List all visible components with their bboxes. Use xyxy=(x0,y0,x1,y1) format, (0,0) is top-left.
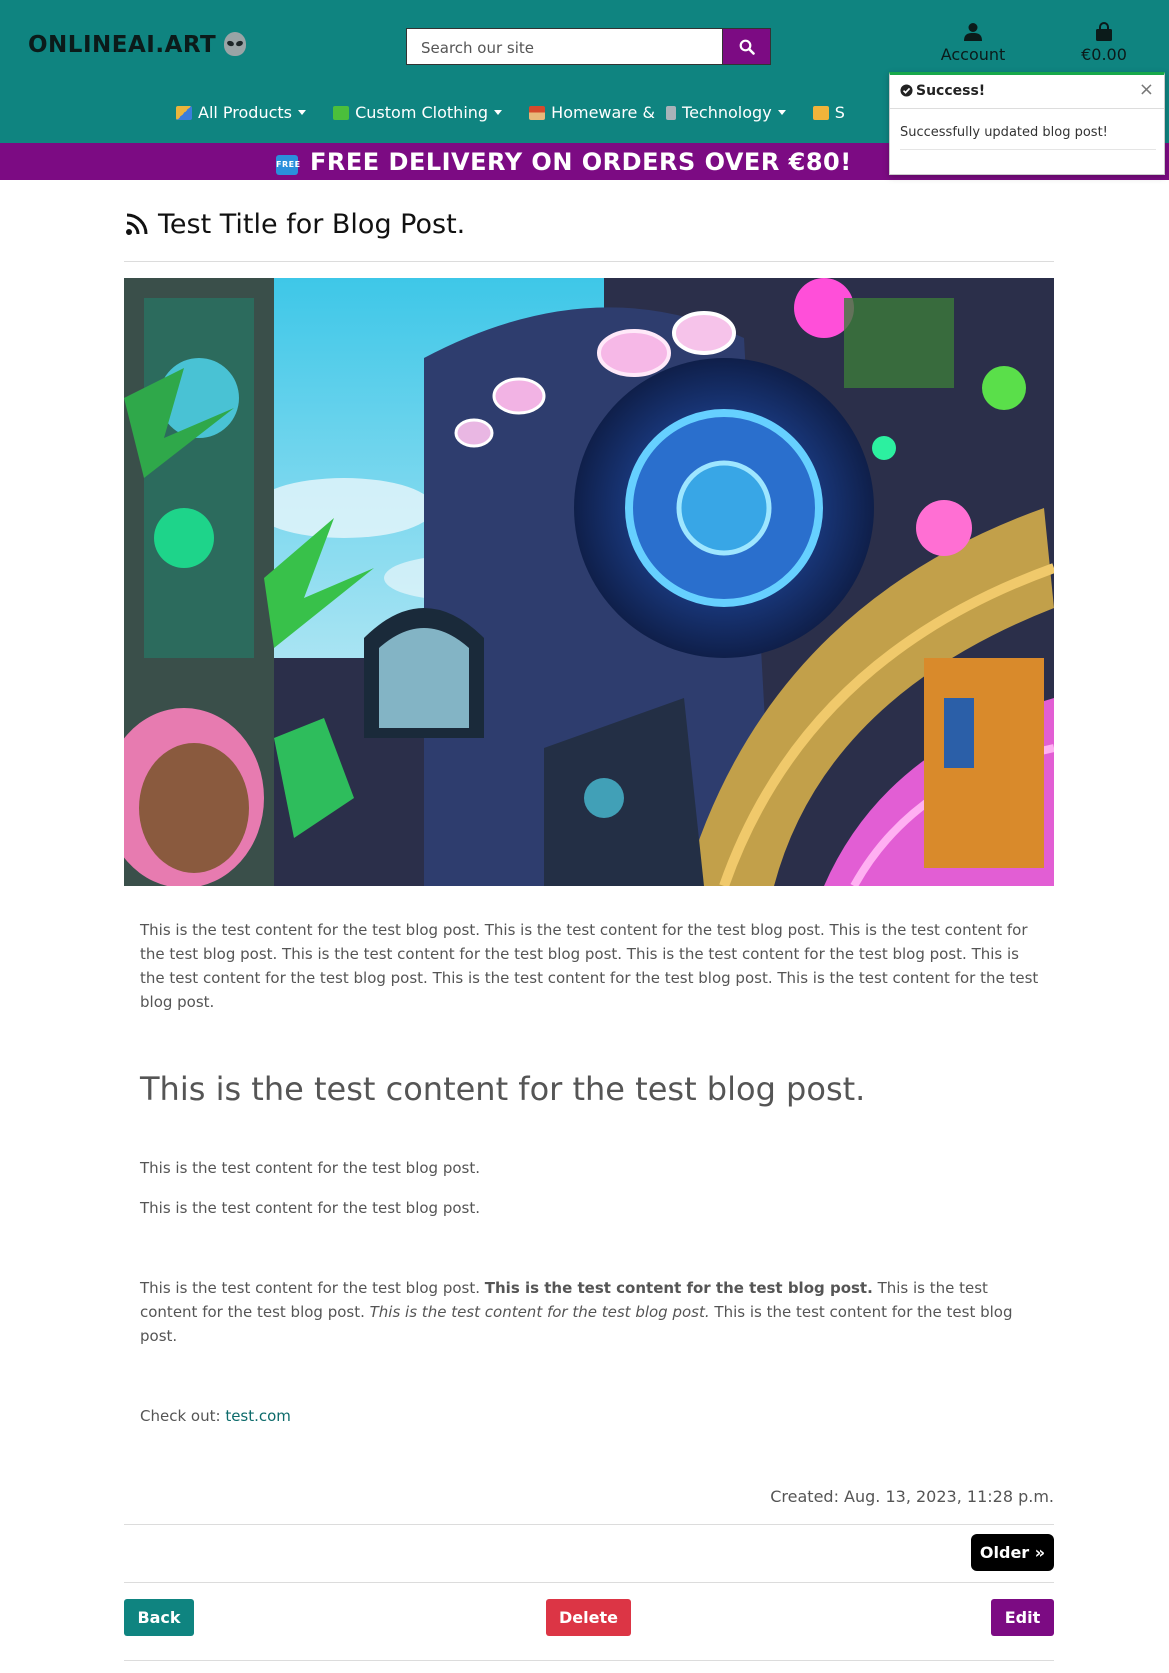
main-nav: All Products Custom Clothing Homeware & … xyxy=(176,103,867,127)
older-post-button[interactable]: Older » xyxy=(971,1534,1054,1571)
divider xyxy=(124,1524,1054,1525)
cart-link[interactable]: €0.00 xyxy=(1064,22,1144,64)
banner-text: FREE FREE DELIVERY ON ORDERS OVER €80! xyxy=(276,148,852,176)
post-paragraph: This is the test content for the test bl… xyxy=(140,921,1039,1011)
toast-divider xyxy=(890,108,1164,109)
gift-icon xyxy=(812,106,829,120)
divider xyxy=(124,261,1054,262)
shopping-bag-icon xyxy=(1096,22,1112,41)
edit-button[interactable]: Edit xyxy=(991,1599,1054,1636)
ai-art-image xyxy=(124,278,1054,886)
chevron-down-icon xyxy=(777,110,786,115)
nav-item-label: Homeware & xyxy=(551,103,655,122)
search-icon xyxy=(739,39,755,55)
text: This is the test content for the test bl… xyxy=(140,1279,485,1297)
search-field[interactable] xyxy=(406,28,770,65)
search-button[interactable] xyxy=(722,28,771,65)
nav-item-technology[interactable]: Technology xyxy=(666,103,786,122)
cart-total[interactable]: €0.00 xyxy=(1081,45,1127,64)
alien-icon xyxy=(224,32,247,56)
checkout-link[interactable]: test.com xyxy=(225,1407,291,1425)
account-link[interactable]: Account xyxy=(928,22,1018,64)
italic-text: This is the test content for the test bl… xyxy=(369,1303,710,1321)
checkout-label: Check out: xyxy=(140,1407,226,1425)
wrench-icon xyxy=(666,106,677,120)
page-title: Test Title for Blog Post. xyxy=(124,209,465,240)
toast-header: Success! xyxy=(900,83,985,99)
nav-item-all-products[interactable]: All Products xyxy=(176,103,307,122)
chevron-down-icon xyxy=(298,110,307,115)
post-paragraph: This is the test content for the test bl… xyxy=(140,1199,480,1217)
post-title: Test Title for Blog Post. xyxy=(158,209,466,240)
nav-item-label: Custom Clothing xyxy=(355,103,489,122)
nav-item-label: Technology xyxy=(682,103,772,122)
success-toast: Success! × Successfully updated blog pos… xyxy=(889,72,1165,175)
tshirt-icon xyxy=(333,106,350,120)
nav-item-special[interactable]: S xyxy=(812,103,845,122)
nav-item-custom-clothing[interactable]: Custom Clothing xyxy=(333,103,503,122)
toast-title: Success! xyxy=(916,83,986,99)
delete-button[interactable]: Delete xyxy=(546,1599,631,1636)
free-badge-icon: FREE xyxy=(276,155,300,175)
divider xyxy=(124,1582,1054,1583)
tags-icon xyxy=(176,106,192,120)
search-input[interactable] xyxy=(419,36,723,60)
post-paragraph-formatted: This is the test content for the test bl… xyxy=(140,1276,1045,1348)
post-heading: This is the test content for the test bl… xyxy=(140,1070,866,1108)
user-icon xyxy=(964,23,982,41)
logo-text[interactable]: ONLINEAI.ART xyxy=(28,32,216,58)
chevron-down-icon xyxy=(494,110,503,115)
toast-message: Successfully updated blog post! xyxy=(900,125,1108,140)
nav-item-label: S xyxy=(834,103,845,122)
divider xyxy=(124,1660,1054,1661)
banner-message: FREE DELIVERY ON ORDERS OVER €80! xyxy=(310,148,852,176)
created-date: Created: Aug. 13, 2023, 11:28 p.m. xyxy=(770,1487,1054,1506)
bold-text: This is the test content for the test bl… xyxy=(484,1279,873,1297)
nav-item-homeware[interactable]: Homeware & xyxy=(529,103,655,122)
back-button[interactable]: Back xyxy=(124,1599,194,1636)
account-label[interactable]: Account xyxy=(941,45,1006,64)
site-logo[interactable]: ONLINEAI.ART xyxy=(28,32,247,58)
rss-icon xyxy=(126,213,148,235)
checkout-line: Check out: test.com xyxy=(140,1404,1045,1428)
house-icon xyxy=(529,106,546,120)
check-circle-icon xyxy=(900,84,913,97)
nav-item-label: All Products xyxy=(198,103,293,122)
post-paragraph: This is the test content for the test bl… xyxy=(140,1159,480,1177)
close-icon[interactable]: × xyxy=(1139,79,1154,100)
post-image xyxy=(124,278,1054,886)
toast-divider xyxy=(900,149,1156,150)
